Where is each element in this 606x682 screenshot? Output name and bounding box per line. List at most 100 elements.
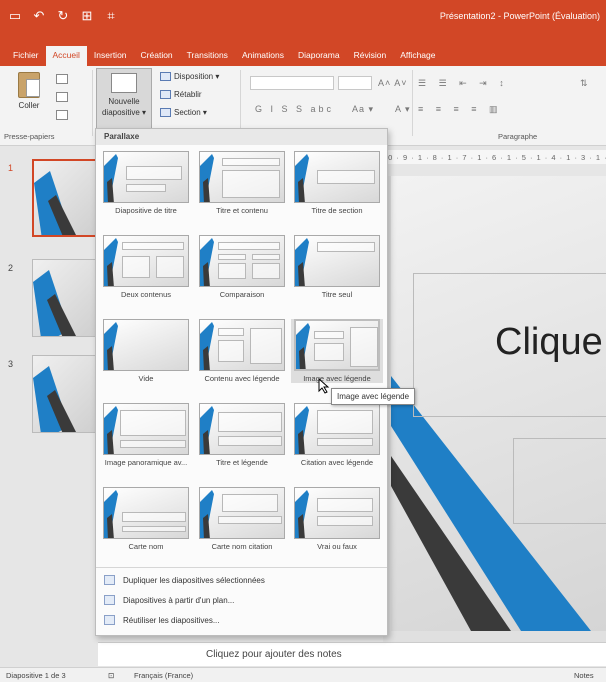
layout-icon	[160, 72, 171, 81]
layout-button[interactable]: Disposition ▾	[160, 72, 219, 81]
reuse-icon	[104, 615, 115, 625]
ribbon-separator	[412, 70, 413, 136]
title-placeholder-text: Clique	[495, 321, 603, 363]
change-case-button[interactable]: Aa ▾	[352, 104, 374, 115]
slides-from-outline-menu-item[interactable]: Diapositives à partir d'un plan...	[104, 595, 234, 605]
layout-option-caption[interactable]: Contenu avec légende	[196, 319, 288, 383]
reset-label: Rétablir	[174, 90, 202, 99]
layout-option-section[interactable]: Titre de section	[291, 151, 383, 215]
cut-icon[interactable]	[56, 74, 68, 84]
layout-option-pano[interactable]: Image panoramique av...	[100, 403, 192, 467]
horizontal-ruler: 10 · 9 · 1 · 8 · 1 · 7 · 1 · 6 · 1 · 5 ·…	[383, 150, 606, 164]
layout-preview	[294, 151, 380, 203]
layout-label: Titre et contenu	[216, 206, 268, 215]
tab-revision[interactable]: Révision	[347, 46, 394, 66]
font-name-combo[interactable]	[250, 76, 334, 90]
font-size-combo[interactable]	[338, 76, 372, 90]
layout-option-compare[interactable]: Comparaison	[196, 235, 288, 299]
slide-number: 1	[8, 163, 14, 173]
format-painter-icon[interactable]	[56, 110, 68, 120]
subtitle-placeholder[interactable]	[513, 438, 606, 524]
reset-button[interactable]: Rétablir	[160, 90, 202, 99]
parallax-decoration	[33, 366, 76, 432]
layout-preview	[103, 487, 189, 539]
layout-option-picture[interactable]: Image avec légende	[291, 319, 383, 383]
section-label: Section ▾	[174, 108, 207, 117]
layout-preview	[199, 151, 285, 203]
layout-label: Titre et légende	[216, 458, 268, 467]
ribbon-separator	[240, 70, 241, 136]
section-icon	[160, 108, 171, 117]
duplicate-slides-menu-item[interactable]: Dupliquer les diapositives sélectionnées	[104, 575, 265, 585]
layout-label: Contenu avec légende	[204, 374, 280, 383]
list-buttons[interactable]: ☰ ☰ ⇤ ⇥ ↕	[418, 78, 509, 89]
layout-preview	[294, 487, 380, 539]
slide-thumbnail-3[interactable]	[32, 355, 98, 433]
layout-option-content[interactable]: Titre et contenu	[196, 151, 288, 215]
presentation-icon[interactable]: ⊞	[80, 8, 94, 24]
status-bar: Diapositive 1 de 3 ⊡ Français (France) N…	[0, 667, 606, 682]
notes-pane[interactable]: Cliquez pour ajouter des notes	[98, 642, 606, 666]
slide-thumbnail-2[interactable]	[32, 259, 98, 337]
layout-label: Comparaison	[219, 290, 265, 299]
font-grow-shrink[interactable]: A˄ A˅	[378, 78, 408, 88]
tab-animations[interactable]: Animations	[235, 46, 291, 66]
notes-toggle[interactable]: Notes	[574, 671, 594, 680]
parallax-decoration	[34, 171, 76, 235]
font-format-buttons[interactable]: G I S S abc	[255, 104, 334, 114]
layout-label: Deux contenus	[120, 290, 172, 299]
tab-fichier[interactable]: Fichier	[6, 46, 46, 66]
undo-icon[interactable]: ↶	[32, 8, 46, 24]
paste-button[interactable]: Coller	[14, 72, 44, 110]
tab-insertion[interactable]: Insertion	[87, 46, 134, 66]
duplicate-icon	[104, 575, 115, 585]
align-buttons[interactable]: ≡ ≡ ≡ ≡ ▥	[418, 104, 503, 115]
ribbon-separator	[92, 70, 93, 136]
layout-preview	[103, 151, 189, 203]
paste-label: Coller	[18, 101, 40, 110]
layout-option-title[interactable]: Diapositive de titre	[100, 151, 192, 215]
tab-affichage[interactable]: Affichage	[393, 46, 442, 66]
layout-option-quote[interactable]: Citation avec légende	[291, 403, 383, 467]
spellcheck-icon[interactable]: ⊡	[108, 671, 114, 680]
section-button[interactable]: Section ▾	[160, 108, 207, 117]
touch-icon[interactable]: ⌗	[104, 8, 118, 24]
layout-option-two[interactable]: Deux contenus	[100, 235, 192, 299]
layout-option-blank[interactable]: Vide	[100, 319, 192, 383]
layout-option-truefalse[interactable]: Vrai ou faux	[291, 487, 383, 551]
layout-option-namecard[interactable]: Carte nom	[100, 487, 192, 551]
layout-gallery-dropdown: Parallaxe Diapositive de titre Titre et c…	[95, 128, 388, 636]
layout-label: Titre seul	[321, 290, 353, 299]
parallax-decoration	[33, 270, 76, 336]
tab-diaporama[interactable]: Diaporama	[291, 46, 347, 66]
language-indicator[interactable]: Français (France)	[134, 671, 193, 680]
menu-label: Dupliquer les diapositives sélectionnées	[123, 575, 265, 585]
group-paragraph-label: Paragraphe	[498, 132, 538, 141]
layout-label: Vrai ou faux	[317, 542, 357, 551]
new-slide-label: Nouvelle	[108, 97, 140, 106]
layout-label: Carte nom	[128, 542, 164, 551]
layout-option-titlecap[interactable]: Titre et légende	[196, 403, 288, 467]
title-bar: ▭ ↶ ↻ ⊞ ⌗ Présentation2 - PowerPoint (Év…	[0, 0, 606, 44]
new-slide-button[interactable]: Nouvelle diapositive ▾	[96, 68, 152, 130]
reuse-slides-menu-item[interactable]: Réutiliser les diapositives...	[104, 615, 219, 625]
tab-accueil[interactable]: Accueil	[45, 46, 87, 66]
tab-creation[interactable]: Création	[134, 46, 180, 66]
layout-preview	[294, 235, 380, 287]
text-direction-button[interactable]: ⇅	[580, 78, 593, 89]
clipboard-icon	[18, 72, 40, 98]
slide-thumbnail-1[interactable]	[32, 159, 98, 237]
new-slide-icon	[111, 73, 137, 93]
copy-icon[interactable]	[56, 92, 68, 102]
layout-preview	[103, 403, 189, 455]
ribbon-tabs: Fichier Accueil Insertion Création Trans…	[0, 44, 606, 66]
gallery-separator	[96, 567, 387, 568]
slide-editor-canvas: Clique	[383, 176, 606, 642]
redo-icon[interactable]: ↻	[56, 8, 70, 24]
layout-option-titleonly[interactable]: Titre seul	[291, 235, 383, 299]
tab-transitions[interactable]: Transitions	[180, 46, 235, 66]
layout-option-namequote[interactable]: Carte nom citation	[196, 487, 288, 551]
save-icon[interactable]: ▭	[8, 8, 22, 24]
font-color-button[interactable]: A ▾	[395, 104, 411, 115]
current-slide[interactable]: Clique	[391, 176, 606, 631]
